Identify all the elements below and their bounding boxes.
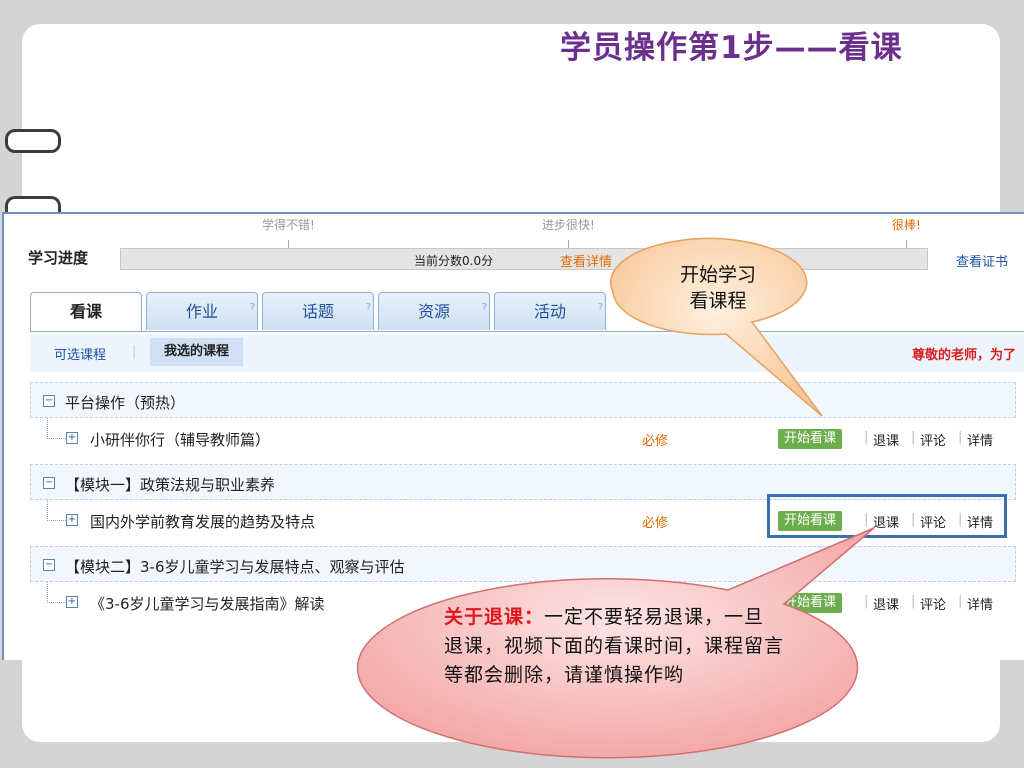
- tab-divider: [30, 331, 1024, 332]
- drop-course-link[interactable]: 退课: [873, 594, 899, 613]
- start-callout-line: 看课程: [689, 290, 747, 312]
- required-badge: 必修: [642, 516, 669, 531]
- action-separator: |: [911, 594, 916, 609]
- subnav-separator: |: [132, 344, 137, 359]
- start-callout-text: 开始学习 看课程: [648, 262, 788, 314]
- details-link[interactable]: 详情: [967, 430, 993, 449]
- tab-topics[interactable]: 话题?: [262, 292, 374, 330]
- start-watching-button[interactable]: 开始看课: [778, 429, 843, 449]
- milestone-tick: [568, 240, 570, 248]
- collapse-icon[interactable]: −: [43, 477, 55, 489]
- module-row: − 平台操作（预热）: [30, 382, 1016, 418]
- score-text: 当前分数0.0分: [414, 254, 494, 268]
- module-row: − 【模块二】3-6岁儿童学习与发展特点、观察与评估: [30, 546, 1016, 582]
- tab-label: 资源: [417, 302, 450, 321]
- action-separator: |: [958, 594, 963, 609]
- progress-bar: [120, 248, 928, 270]
- teacher-notice: 尊敬的老师，为了: [911, 348, 1016, 363]
- tree-connector: [47, 500, 66, 521]
- module-title: 【模块二】3-6岁儿童学习与发展特点、观察与评估: [65, 558, 405, 576]
- all-courses-link[interactable]: 可选课程: [54, 344, 106, 363]
- help-icon[interactable]: ?: [250, 289, 255, 327]
- my-courses-tab[interactable]: 我选的课程: [150, 338, 244, 366]
- details-link[interactable]: 详情: [967, 594, 993, 613]
- highlight-box: [767, 494, 1007, 538]
- action-separator: |: [864, 594, 869, 609]
- start-callout-line: 开始学习: [679, 264, 756, 286]
- action-separator: |: [864, 430, 869, 445]
- binder-ring-icon: [5, 196, 61, 213]
- course-title[interactable]: 《3-6岁儿童学习与发展指南》解读: [90, 593, 325, 614]
- tab-label: 话题: [301, 302, 334, 321]
- module-title: 【模块一】政策法规与职业素养: [65, 476, 276, 494]
- slide-title: 学员操作第1步——看课: [560, 30, 903, 66]
- tab-homework[interactable]: 作业?: [146, 292, 258, 330]
- milestone-good: 学得不错!: [262, 216, 315, 248]
- help-icon[interactable]: ?: [598, 289, 603, 327]
- module-title: 平台操作（预热）: [65, 394, 186, 412]
- milestone-label: 学得不错!: [262, 218, 315, 232]
- milestone-fast: 进步很快!: [542, 216, 595, 248]
- expand-icon[interactable]: +: [66, 596, 78, 608]
- collapse-icon[interactable]: −: [43, 559, 55, 571]
- course-row: + 小研伴你行（辅导教师篇） 必修 开始看课 | 退课 | 评论 | 详情: [30, 418, 1016, 458]
- tab-label: 活动: [533, 302, 566, 321]
- course-title[interactable]: 国内外学前教育发展的趋势及特点: [90, 511, 315, 532]
- view-certificate-link[interactable]: 查看证书: [956, 251, 1008, 270]
- tab-label: 作业: [185, 302, 218, 321]
- milestone-label: 很棒!: [892, 218, 921, 232]
- comment-link[interactable]: 评论: [920, 430, 946, 449]
- required-badge: 必修: [642, 434, 669, 449]
- milestone-tick: [288, 240, 290, 248]
- collapse-icon[interactable]: −: [43, 395, 55, 407]
- milestone-label: 进步很快!: [542, 218, 595, 232]
- tab-resources[interactable]: 资源?: [378, 292, 490, 330]
- help-icon[interactable]: ?: [366, 289, 371, 327]
- action-separator: |: [958, 430, 963, 445]
- course-filter-bar: 可选课程 | 我选的课程 尊敬的老师，为了: [30, 334, 1024, 372]
- tree-connector: [47, 418, 66, 439]
- tab-watch[interactable]: 看课: [30, 292, 142, 332]
- course-title[interactable]: 小研伴你行（辅导教师篇）: [90, 429, 270, 450]
- milestone-best: 很棒!: [892, 216, 921, 248]
- action-separator: |: [911, 430, 916, 445]
- help-icon[interactable]: ?: [482, 289, 487, 327]
- progress-row: 学得不错! 进步很快! 很棒! 学习进度 当前分数0.0分 查看详情 查看证书: [4, 214, 1024, 284]
- tab-activities[interactable]: 活动?: [494, 292, 606, 330]
- binder-ring-icon: [5, 129, 61, 153]
- comment-link[interactable]: 评论: [920, 594, 946, 613]
- drop-callout-text: 关于退课：一定不要轻易退课，一旦退课，视频下面的看课时间，课程留言等都会删除，请…: [444, 603, 784, 690]
- drop-course-link[interactable]: 退课: [873, 430, 899, 449]
- drop-callout-emphasis: 关于退课：: [444, 606, 545, 628]
- progress-label: 学习进度: [28, 249, 89, 267]
- course-panel: 学得不错! 进步很快! 很棒! 学习进度 当前分数0.0分 查看详情 查看证书 …: [2, 212, 1024, 660]
- view-details-link[interactable]: 查看详情: [560, 251, 612, 270]
- tab-label: 看课: [69, 302, 102, 321]
- milestone-tick: [906, 240, 908, 248]
- expand-icon[interactable]: +: [66, 432, 78, 444]
- start-watching-button[interactable]: 开始看课: [778, 593, 843, 613]
- expand-icon[interactable]: +: [66, 514, 78, 526]
- tree-connector: [47, 582, 66, 603]
- tab-bar: 看课 作业? 话题? 资源? 活动?: [30, 292, 1024, 332]
